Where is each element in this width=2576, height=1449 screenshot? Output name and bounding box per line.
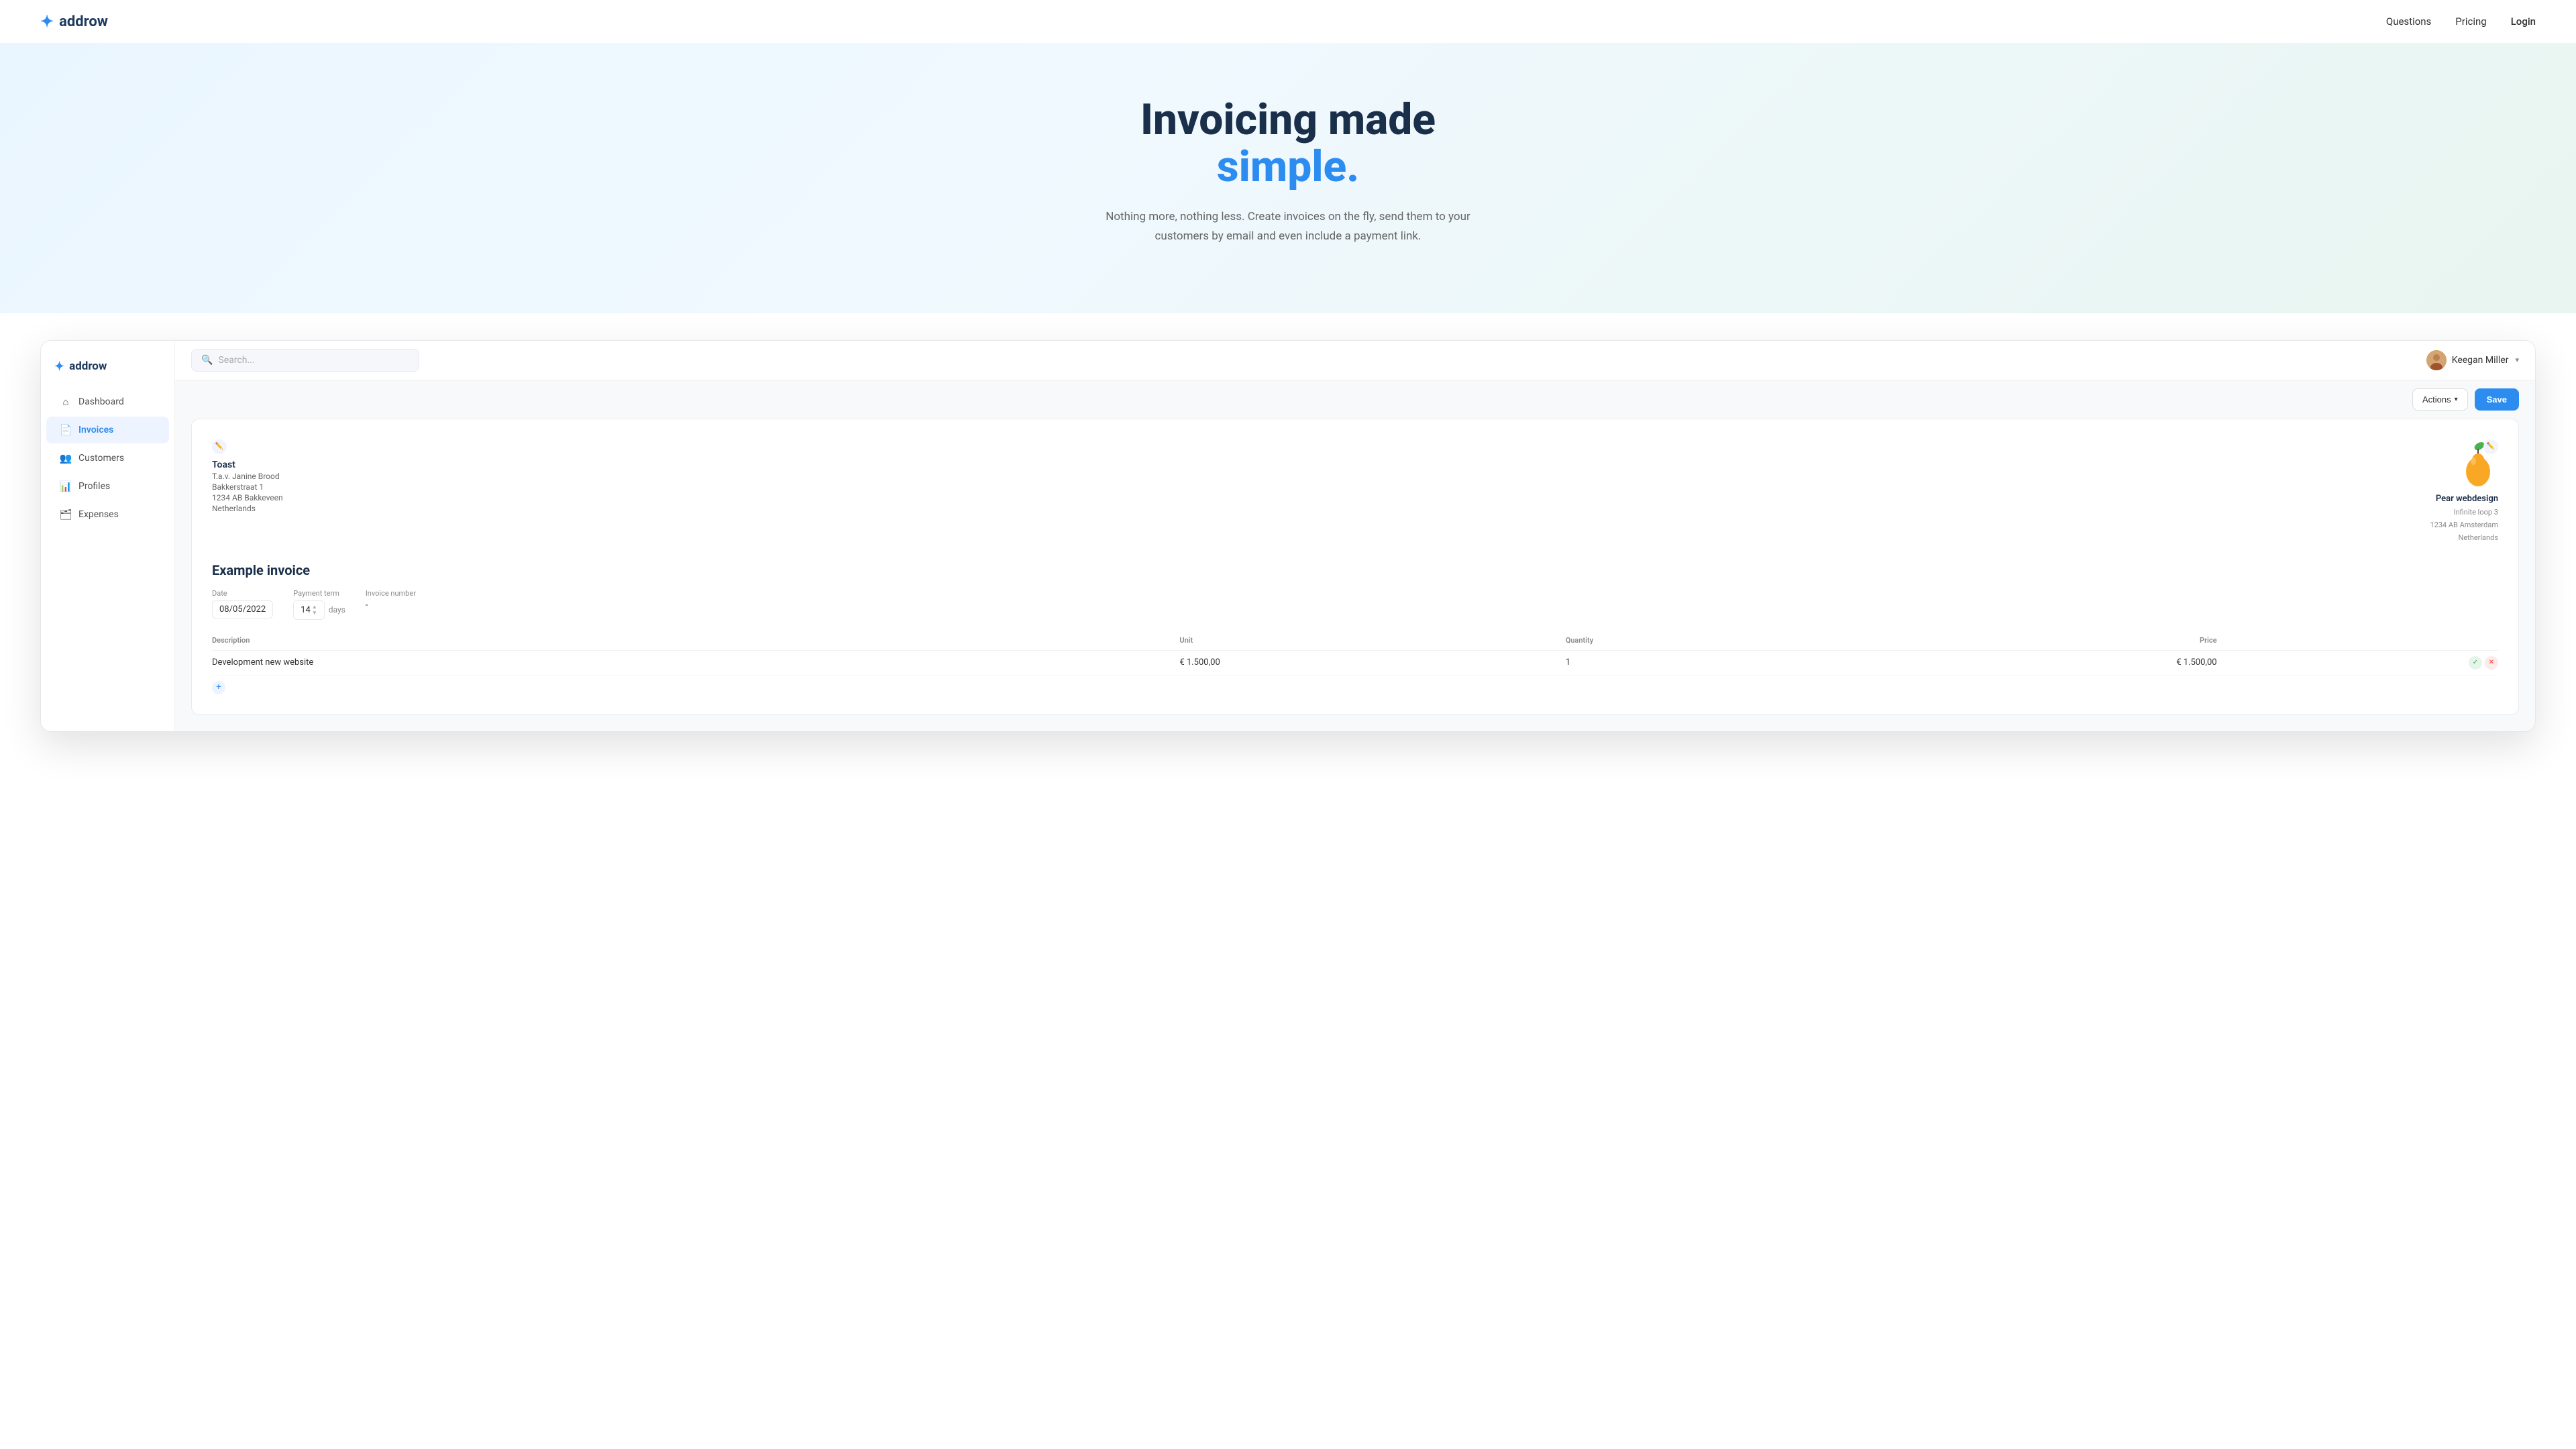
- days-label: days: [329, 605, 345, 614]
- customers-icon: 👥: [60, 452, 72, 464]
- sidebar-item-customers[interactable]: 👥 Customers: [46, 445, 169, 472]
- col-description: Description: [212, 631, 1179, 651]
- actions-label: Actions: [2422, 394, 2451, 405]
- invoice-card: ✏️ Toast T.a.v. Janine Brood Bakkerstraa…: [191, 419, 2519, 715]
- invoice-header: ✏️ Toast T.a.v. Janine Brood Bakkerstraa…: [212, 439, 2498, 542]
- home-icon: ⌂: [60, 396, 72, 408]
- actions-button[interactable]: Actions ▾: [2412, 388, 2468, 411]
- sidebar: ✦ addrow ⌂ Dashboard 📄 Invoices 👥 Custom…: [41, 341, 175, 731]
- logo-icon: ✦: [40, 12, 54, 31]
- client-attn: T.a.v. Janine Brood: [212, 472, 283, 481]
- client-edit-button[interactable]: ✏️: [212, 439, 227, 454]
- profiles-icon: 📊: [60, 480, 72, 492]
- client-country: Netherlands: [212, 504, 283, 513]
- spinner-arrows: ▲ ▼: [312, 604, 317, 616]
- app-header: 🔍 Search... Keegan Miller ▾: [175, 341, 2535, 380]
- hero-title-line1: Invoicing made: [1140, 95, 1436, 145]
- invoice-table: Description Unit Quantity Price Developm…: [212, 631, 2498, 676]
- spinner-down-icon[interactable]: ▼: [312, 610, 317, 616]
- hero-subtitle: Nothing more, nothing less. Create invoi…: [1100, 207, 1476, 246]
- spinner-up-icon[interactable]: ▲: [312, 604, 317, 610]
- invoice-title: Example invoice: [212, 562, 2498, 578]
- meta-payment-term: Payment term 14 ▲ ▼ days: [293, 589, 345, 620]
- actions-chevron-icon: ▾: [2455, 396, 2458, 403]
- hero-title: Invoicing made simple.: [40, 97, 2536, 191]
- expenses-icon: 🗂: [60, 508, 72, 521]
- logo-edit-button[interactable]: ✏️: [2483, 439, 2498, 454]
- sidebar-logo: ✦ addrow: [41, 354, 174, 387]
- company-line1: Infinite loop 3: [2454, 508, 2498, 517]
- company-logo-area: ✏️ Pear webdesign: [2430, 439, 2498, 542]
- col-unit: Unit: [1179, 631, 1565, 651]
- user-name: Keegan Miller: [2452, 355, 2509, 366]
- invoice-area: ✏️ Toast T.a.v. Janine Brood Bakkerstraa…: [175, 419, 2535, 731]
- nav-questions[interactable]: Questions: [2386, 15, 2431, 28]
- cell-description: Development new website: [212, 650, 1179, 675]
- invoice-number-label: Invoice number: [366, 589, 416, 598]
- meta-invoice-number: Invoice number -: [366, 589, 416, 620]
- top-nav: ✦ addrow Questions Pricing Login: [0, 0, 2576, 43]
- save-button[interactable]: Save: [2475, 388, 2519, 411]
- nav-links: Questions Pricing Login: [2386, 15, 2536, 28]
- invoice-from: ✏️ Toast T.a.v. Janine Brood Bakkerstraa…: [212, 439, 283, 513]
- toolbar: Actions ▾ Save: [175, 380, 2535, 419]
- add-row-button[interactable]: +: [212, 681, 225, 694]
- col-quantity: Quantity: [1566, 631, 1831, 651]
- client-street: Bakkerstraat 1: [212, 482, 283, 492]
- col-price: Price: [1831, 631, 2216, 651]
- sidebar-label-expenses: Expenses: [78, 509, 119, 520]
- sidebar-nav: ⌂ Dashboard 📄 Invoices 👥 Customers 📊 Pro…: [41, 388, 174, 528]
- user-avatar: [2426, 350, 2447, 370]
- sidebar-label-customers: Customers: [78, 453, 124, 464]
- hero-title-line2: simple.: [1217, 142, 1359, 192]
- main-content: 🔍 Search... Keegan Miller ▾ Actions: [175, 341, 2535, 731]
- hero-section: Invoicing made simple. Nothing more, not…: [0, 43, 2576, 313]
- payment-term-value: 14 ▲ ▼: [293, 600, 325, 620]
- meta-date: Date 08/05/2022: [212, 589, 273, 620]
- invoice-icon: 📄: [60, 424, 72, 436]
- sidebar-item-dashboard[interactable]: ⌂ Dashboard: [46, 388, 169, 415]
- sidebar-logo-text: addrow: [69, 360, 107, 373]
- sidebar-label-invoices: Invoices: [78, 425, 113, 435]
- sidebar-logo-icon: ✦: [54, 360, 64, 374]
- cell-unit: € 1.500,00: [1179, 650, 1565, 675]
- sidebar-item-profiles[interactable]: 📊 Profiles: [46, 473, 169, 500]
- invoice-number-value: -: [366, 600, 416, 610]
- search-bar[interactable]: 🔍 Search...: [191, 349, 419, 372]
- meta-fields: Date 08/05/2022 Payment term 14 ▲ ▼: [212, 589, 2498, 620]
- nav-pricing[interactable]: Pricing: [2455, 15, 2486, 28]
- row-confirm-button[interactable]: ✓: [2469, 656, 2482, 669]
- sidebar-label-dashboard: Dashboard: [78, 396, 124, 407]
- client-name: Toast: [212, 460, 283, 470]
- date-label: Date: [212, 589, 273, 598]
- app-preview: ✦ addrow ⌂ Dashboard 📄 Invoices 👥 Custom…: [40, 340, 2536, 732]
- user-badge[interactable]: Keegan Miller ▾: [2426, 350, 2519, 370]
- table-row: Development new website € 1.500,00 1 € 1…: [212, 650, 2498, 675]
- company-line2: 1234 AB Amsterdam: [2430, 521, 2498, 529]
- date-value[interactable]: 08/05/2022: [212, 600, 273, 619]
- search-icon: 🔍: [201, 355, 213, 366]
- row-delete-button[interactable]: ✕: [2485, 656, 2498, 669]
- sidebar-item-invoices[interactable]: 📄 Invoices: [46, 417, 169, 443]
- company-name: Pear webdesign: [2436, 494, 2498, 504]
- client-city: 1234 AB Bakkeveen: [212, 493, 283, 502]
- sidebar-item-expenses[interactable]: 🗂 Expenses: [46, 501, 169, 528]
- chevron-down-icon: ▾: [2515, 356, 2519, 364]
- payment-term-label: Payment term: [293, 589, 345, 598]
- nav-login[interactable]: Login: [2511, 15, 2536, 28]
- cell-price: € 1.500,00: [1831, 650, 2216, 675]
- search-placeholder: Search...: [218, 355, 254, 366]
- logo[interactable]: ✦ addrow: [40, 12, 108, 31]
- payment-term-spinner[interactable]: 14 ▲ ▼ days: [293, 600, 345, 620]
- company-country: Netherlands: [2458, 533, 2498, 542]
- cell-quantity: 1: [1566, 650, 1831, 675]
- logo-text: addrow: [59, 13, 108, 30]
- sidebar-label-profiles: Profiles: [78, 481, 110, 492]
